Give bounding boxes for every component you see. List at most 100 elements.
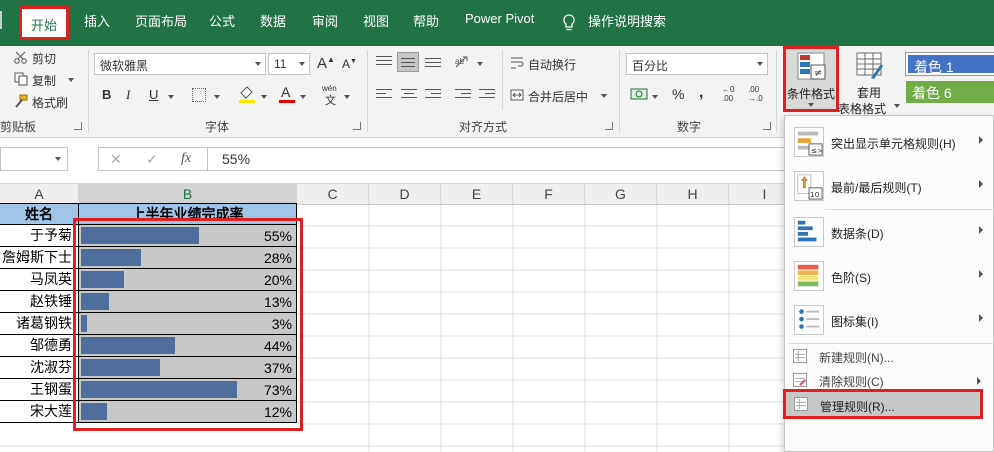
decrease-indent-icon[interactable] xyxy=(455,87,471,101)
menu-item-color-scales[interactable]: 色阶(S) xyxy=(785,254,993,298)
border-icon[interactable] xyxy=(192,88,206,102)
copy-dropdown-icon xyxy=(68,78,74,82)
font-name-combo[interactable]: 微软雅黑 xyxy=(94,53,266,75)
font-launcher-icon[interactable] xyxy=(353,122,361,130)
new-rule-icon xyxy=(793,349,807,363)
menu-separator xyxy=(789,343,993,344)
border-dropdown-icon[interactable] xyxy=(214,95,220,99)
font-color-dropdown-icon[interactable] xyxy=(300,95,306,99)
menu-item-icon-sets[interactable]: 图标集(I) xyxy=(785,298,993,342)
header-cell-name[interactable]: 姓名 xyxy=(0,203,79,225)
clipboard-launcher-icon[interactable] xyxy=(74,122,82,130)
name-cell[interactable]: 王钢蛋 xyxy=(0,379,79,401)
orientation-dropdown-icon[interactable] xyxy=(477,62,483,66)
tab-review[interactable]: 审阅 xyxy=(312,11,338,30)
underline-dropdown-icon[interactable] xyxy=(168,95,174,99)
name-cell[interactable]: 马凤英 xyxy=(0,269,79,291)
name-cell[interactable]: 沈淑芬 xyxy=(0,357,79,379)
increase-decimal-button[interactable]: ←0 .00 xyxy=(722,85,742,105)
alignment-launcher-icon[interactable] xyxy=(605,122,613,130)
copy-label: 复制 xyxy=(32,74,57,88)
name-cell[interactable]: 宋大莲 xyxy=(0,401,79,423)
font-color-button[interactable]: A xyxy=(279,84,295,104)
enter-icon[interactable]: ✓ xyxy=(146,151,158,168)
increase-indent-icon[interactable] xyxy=(479,87,495,101)
menu-item-manage-rules[interactable]: 管理规则(R)... xyxy=(783,389,983,419)
cell-style-accent1[interactable]: 着色 1 xyxy=(905,52,994,76)
menu-item-highlight-rules[interactable]: ≤> 突出显示单元格规则(H) xyxy=(785,120,993,164)
insert-function-icon[interactable]: fx xyxy=(181,151,191,167)
name-cell[interactable]: 赵铁锤 xyxy=(0,291,79,313)
column-header-a[interactable]: A xyxy=(0,184,79,205)
tab-insert[interactable]: 插入 xyxy=(84,11,110,30)
menu-item-topbottom-rules[interactable]: 10 最前/最后规则(T) xyxy=(785,164,993,208)
currency-format-icon[interactable] xyxy=(630,86,648,102)
column-header-d[interactable]: D xyxy=(369,184,441,205)
tab-formulas[interactable]: 公式 xyxy=(209,11,235,30)
align-center-icon[interactable] xyxy=(401,87,417,101)
alignment-group-label: 对齐方式 xyxy=(459,120,508,134)
phonetic-button[interactable]: wén 文 xyxy=(322,84,342,107)
comma-style-button[interactable]: , xyxy=(699,84,703,102)
name-cell[interactable]: 邹德勇 xyxy=(0,335,79,357)
currency-dropdown-icon[interactable] xyxy=(652,95,658,99)
column-header-b[interactable]: B xyxy=(79,184,297,205)
align-left-icon[interactable] xyxy=(376,87,392,101)
number-format-combo[interactable]: 百分比 xyxy=(626,53,768,75)
phonetic-dropdown-icon[interactable] xyxy=(344,95,350,99)
percent-style-button[interactable]: % xyxy=(672,86,684,102)
name-box[interactable] xyxy=(0,147,68,171)
underline-button[interactable]: U xyxy=(149,87,158,102)
column-header-c[interactable]: C xyxy=(297,184,369,205)
format-as-table-button[interactable]: 套用 表格格式 xyxy=(838,50,898,116)
tab-power-pivot[interactable]: Power Pivot xyxy=(465,11,534,26)
fill-color-dropdown-icon[interactable] xyxy=(261,95,267,99)
decrease-decimal-top: .00 xyxy=(748,85,760,94)
new-rule-label: 新建规则(N)... xyxy=(819,351,894,365)
column-header-h[interactable]: H xyxy=(657,184,729,205)
conditional-formatting-button[interactable]: ≠ 条件格式 xyxy=(783,46,839,112)
column-header-e[interactable]: E xyxy=(441,184,513,205)
orientation-icon[interactable]: ab xyxy=(454,53,472,71)
font-size-combo[interactable]: 11 xyxy=(268,53,310,75)
topbottom-rules-label: 最前/最后规则(T) xyxy=(831,181,922,195)
cell-style-accent6[interactable]: 着色 6 xyxy=(906,81,994,103)
cancel-icon[interactable]: ✕ xyxy=(110,151,122,168)
column-header-g[interactable]: G xyxy=(585,184,657,205)
tab-data[interactable]: 数据 xyxy=(260,11,286,30)
format-as-table-dropdown-icon[interactable] xyxy=(894,104,900,108)
number-launcher-icon[interactable] xyxy=(763,122,771,130)
tab-view[interactable]: 视图 xyxy=(363,11,389,30)
merge-center-icon xyxy=(510,89,524,101)
italic-button[interactable]: I xyxy=(126,87,130,103)
bold-button[interactable]: B xyxy=(102,87,111,102)
formula-buttons: ✕ ✓ fx xyxy=(98,147,208,171)
align-middle-icon[interactable] xyxy=(397,52,419,72)
name-box-dropdown-icon[interactable] xyxy=(55,157,61,161)
svg-text:10: 10 xyxy=(810,190,820,199)
grow-font-button[interactable]: A▲ xyxy=(317,55,335,72)
shrink-font-button[interactable]: A▼ xyxy=(342,57,357,71)
align-bottom-icon[interactable] xyxy=(425,54,441,68)
align-top-icon[interactable] xyxy=(376,54,392,68)
menu-item-data-bars[interactable]: 数据条(D) xyxy=(785,210,993,254)
fill-color-icon[interactable] xyxy=(237,84,257,104)
menu-item-new-rule[interactable]: 新建规则(N)... xyxy=(785,345,993,369)
tab-home[interactable]: 开始 xyxy=(19,6,69,40)
file-tab-edge[interactable] xyxy=(0,11,6,29)
name-cell[interactable]: 诸葛钢铁 xyxy=(0,313,79,335)
align-right-icon[interactable] xyxy=(425,87,441,101)
icon-sets-label: 图标集(I) xyxy=(831,315,879,329)
decrease-decimal-bottom: →.0 xyxy=(748,94,763,103)
tab-page-layout[interactable]: 页面布局 xyxy=(135,11,187,30)
tell-me-search[interactable]: 操作说明搜索 xyxy=(588,11,666,30)
name-cell[interactable]: 于予菊 xyxy=(0,225,79,247)
font-size-dropdown-icon xyxy=(299,62,305,66)
group-divider xyxy=(367,50,368,132)
decrease-decimal-button[interactable]: .00 →.0 xyxy=(748,85,770,105)
column-header-f[interactable]: F xyxy=(513,184,585,205)
name-cell[interactable]: 詹姆斯下士 xyxy=(0,247,79,269)
submenu-arrow-icon xyxy=(979,226,983,234)
tab-help[interactable]: 帮助 xyxy=(413,11,439,30)
svg-text:≤>: ≤> xyxy=(811,146,824,155)
